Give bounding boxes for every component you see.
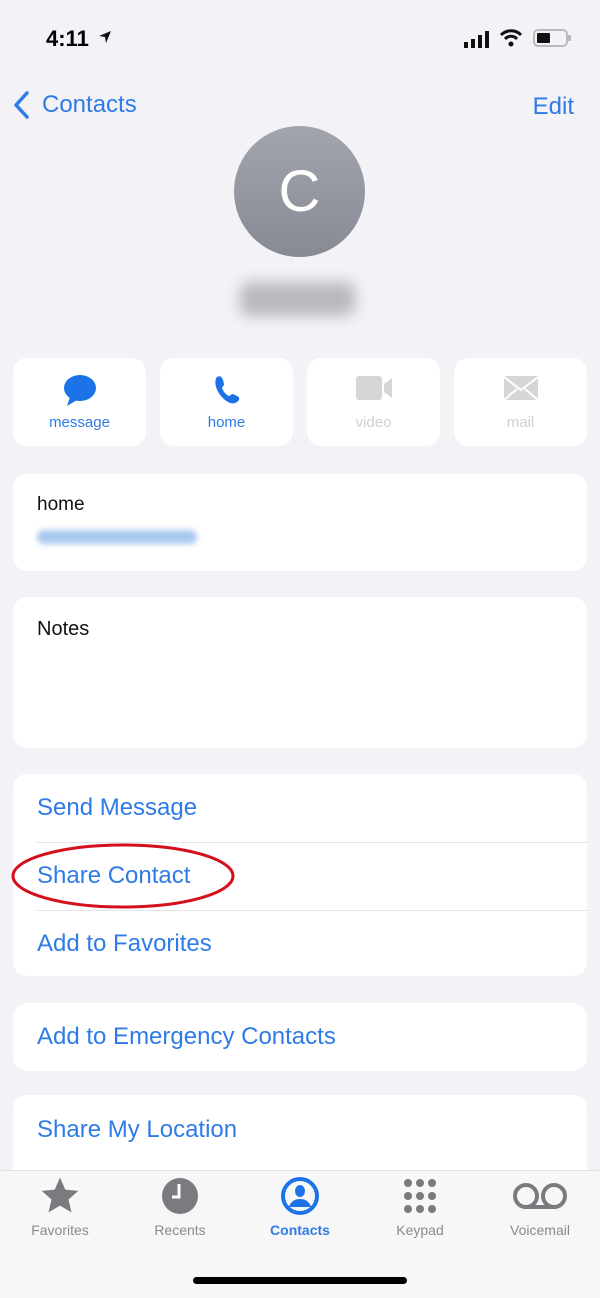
home-label: home	[207, 414, 246, 431]
message-bubble-icon	[63, 375, 96, 406]
edit-button[interactable]: Edit	[533, 93, 574, 121]
status-time: 4:11	[46, 26, 89, 51]
tab-label: Contacts	[270, 1222, 330, 1238]
person-circle-icon	[281, 1177, 319, 1215]
tab-label: Keypad	[396, 1222, 444, 1238]
mail-button: mail	[454, 358, 587, 446]
home-indicator	[193, 1277, 407, 1284]
back-button[interactable]: Contacts	[12, 90, 137, 120]
tab-label: Recents	[154, 1222, 206, 1238]
location-arrow-icon	[99, 31, 111, 43]
add-emergency-contacts-item[interactable]: Add to Emergency Contacts	[37, 1023, 336, 1051]
tab-keypad[interactable]: Keypad	[360, 1176, 480, 1238]
mail-label: mail	[506, 414, 535, 431]
phone-number-blurred[interactable]	[37, 530, 197, 544]
call-home-button[interactable]: home	[160, 358, 293, 446]
phone-type-label: home	[37, 494, 85, 515]
clock-icon	[162, 1178, 198, 1214]
keypad-icon	[404, 1179, 436, 1213]
highlight-ellipse	[11, 843, 235, 909]
tab-recents[interactable]: Recents	[120, 1176, 240, 1238]
video-button: video	[307, 358, 440, 446]
phone-icon	[214, 376, 239, 404]
envelope-icon	[502, 376, 539, 401]
chevron-left-icon	[14, 91, 29, 119]
signal-icon	[464, 31, 489, 48]
tab-favorites[interactable]: Favorites	[0, 1176, 120, 1238]
notes-label: Notes	[37, 618, 90, 640]
send-message-item[interactable]: Send Message	[37, 794, 197, 822]
tab-label: Voicemail	[510, 1222, 570, 1238]
tab-voicemail[interactable]: Voicemail	[480, 1176, 600, 1238]
add-to-favorites-item[interactable]: Add to Favorites	[37, 930, 212, 958]
share-my-location-item[interactable]: Share My Location	[37, 1116, 237, 1144]
wifi-icon	[499, 29, 523, 47]
tab-contacts[interactable]: Contacts	[240, 1176, 360, 1238]
message-button[interactable]: message	[13, 358, 146, 446]
voicemail-icon	[513, 1183, 567, 1209]
back-label: Contacts	[42, 91, 137, 118]
battery-icon	[533, 29, 571, 47]
tab-label: Favorites	[31, 1222, 89, 1238]
notes-card[interactable]: Notes	[13, 597, 587, 748]
video-label: video	[355, 414, 392, 431]
video-camera-icon	[355, 376, 392, 400]
contact-name-blurred	[240, 282, 355, 316]
emergency-card: Add to Emergency Contacts	[13, 1003, 587, 1071]
phone-card[interactable]: home	[13, 474, 587, 571]
avatar: C	[234, 126, 365, 257]
message-label: message	[49, 414, 110, 431]
star-icon	[41, 1177, 79, 1213]
